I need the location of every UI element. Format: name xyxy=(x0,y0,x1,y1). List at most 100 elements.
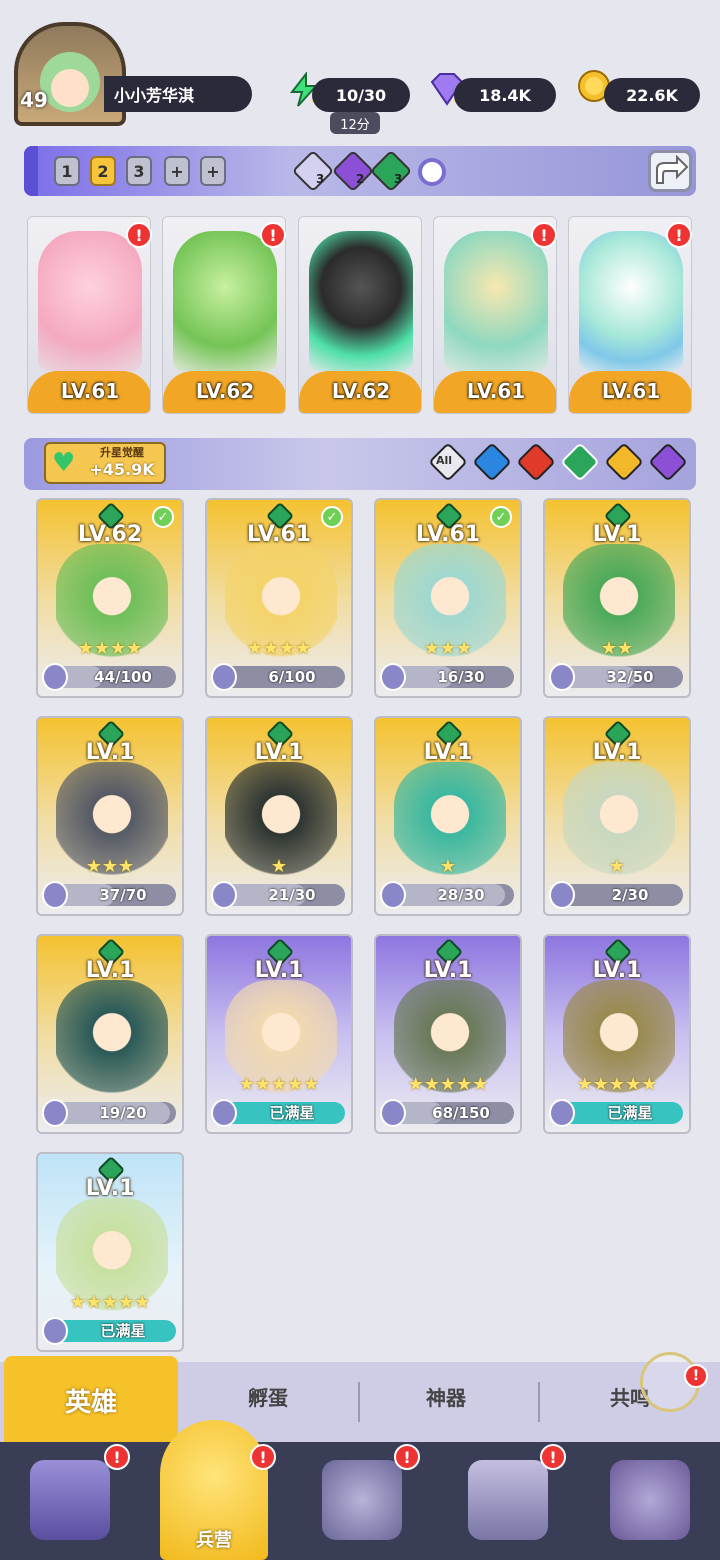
hero-portrait xyxy=(56,980,168,1096)
progress-text: 已满星 xyxy=(607,1104,653,1122)
team-tab-2[interactable]: 2 xyxy=(90,156,116,186)
progress-text: 16/30 xyxy=(437,668,485,686)
hero-card[interactable]: LV.1 ★★★★★ 已满星 xyxy=(205,934,353,1134)
check-icon: ✓ xyxy=(152,506,174,528)
alert-badge: ! xyxy=(540,1444,566,1470)
hero-card[interactable]: LV.1 ★ 2/30 xyxy=(543,716,691,916)
cards-icon[interactable] xyxy=(30,1460,110,1540)
alert-badge: ! xyxy=(104,1444,130,1470)
alert-badge: ! xyxy=(126,222,152,248)
shard-progress: 37/70 xyxy=(42,881,176,909)
shard-icon xyxy=(211,1099,237,1127)
hero-stars: ★★ xyxy=(600,638,634,659)
shard-icon xyxy=(42,881,68,909)
hero-card[interactable]: LV.61 ✓ ★★★★ 6/100 xyxy=(205,498,353,698)
progress-text: 28/30 xyxy=(437,886,485,904)
progress-text: 37/70 xyxy=(99,886,147,904)
progress-text: 21/30 xyxy=(268,886,316,904)
share-icon[interactable] xyxy=(648,150,692,192)
hero-level: LV.1 xyxy=(592,958,642,983)
hero-portrait xyxy=(173,231,277,371)
avatar-face xyxy=(40,52,100,112)
tab-heroes[interactable]: 英雄 xyxy=(4,1356,178,1444)
hero-stars: ★ xyxy=(608,856,626,877)
hero-level: LV.62 xyxy=(331,379,391,403)
awaken-value: +45.9K xyxy=(89,460,155,479)
shard-icon xyxy=(211,881,237,909)
heart-icon: ♥ xyxy=(52,448,76,478)
hero-stars: ★★★★★ xyxy=(69,1292,151,1313)
hero-card[interactable]: LV.1 ★★★ 37/70 xyxy=(36,716,184,916)
light-count: 3 xyxy=(316,172,325,186)
search-icon[interactable] xyxy=(418,158,446,186)
shard-progress: 19/20 xyxy=(42,1099,176,1127)
gem-value: 18.4K xyxy=(454,78,556,112)
hero-level: LV.1 xyxy=(423,740,473,765)
team-tab-add-2[interactable]: + xyxy=(200,156,226,186)
progress-text: 44/100 xyxy=(94,668,152,686)
shard-progress: 44/100 xyxy=(42,663,176,691)
hero-level: LV.1 xyxy=(85,740,135,765)
nav-barracks[interactable]: 兵营 xyxy=(160,1420,268,1560)
progress-text: 已满星 xyxy=(100,1322,146,1340)
team-hero-card[interactable]: ★★ LV.62 xyxy=(298,216,422,414)
shard-progress: 68/150 xyxy=(380,1099,514,1127)
progress-text: 6/100 xyxy=(268,668,316,686)
player-name: 小小芳华淇 xyxy=(104,76,252,112)
hero-card[interactable]: LV.1 ★★★★★ 68/150 xyxy=(374,934,522,1134)
hero-stars: ★★★★ xyxy=(77,638,143,659)
alert-badge: ! xyxy=(260,222,286,248)
progress-text: 68/150 xyxy=(432,1104,490,1122)
hero-level: LV.1 xyxy=(423,958,473,983)
hero-card[interactable]: LV.1 ★★★★★ 已满星 xyxy=(543,934,691,1134)
shard-progress: 21/30 xyxy=(211,881,345,909)
hero-level: LV.1 xyxy=(592,740,642,765)
hero-card[interactable]: LV.62 ✓ ★★★★ 44/100 xyxy=(36,498,184,698)
hero-card[interactable]: LV.1 ★★★★★ 已满星 xyxy=(36,1152,184,1352)
hero-level: LV.1 xyxy=(85,1176,135,1201)
hero-level: LV.61 xyxy=(601,379,661,403)
filter-all-label: All xyxy=(436,454,453,467)
hero-level: LV.1 xyxy=(592,522,642,547)
shard-icon xyxy=(211,663,237,691)
shard-icon xyxy=(380,881,406,909)
alert-badge: ! xyxy=(250,1444,276,1470)
hero-portrait xyxy=(444,231,548,371)
progress-text: 19/20 xyxy=(99,1104,147,1122)
hero-stars: ★★★★ xyxy=(246,638,312,659)
mushroom-icon[interactable] xyxy=(610,1460,690,1540)
coin-value: 22.6K xyxy=(604,78,700,112)
hero-stars: ★ xyxy=(439,856,457,877)
shard-icon xyxy=(549,1099,575,1127)
hero-card[interactable]: LV.1 19/20 xyxy=(36,934,184,1134)
hero-card[interactable]: LV.61 ✓ ★★★ 16/30 xyxy=(374,498,522,698)
shard-progress: 6/100 xyxy=(211,663,345,691)
player-level: 49 xyxy=(20,88,48,112)
tab-hatch[interactable]: 孵蛋 xyxy=(248,1382,288,1411)
shard-icon xyxy=(380,663,406,691)
shard-progress: 28/30 xyxy=(380,881,514,909)
hero-level: LV.61 xyxy=(60,379,120,403)
tab-divider xyxy=(538,1382,540,1422)
shard-icon xyxy=(42,1317,68,1345)
shrine-icon[interactable] xyxy=(468,1460,548,1540)
tab-artifact[interactable]: 神器 xyxy=(426,1382,466,1411)
team-tab-add-1[interactable]: + xyxy=(164,156,190,186)
hero-card[interactable]: LV.1 ★ 21/30 xyxy=(205,716,353,916)
hero-portrait xyxy=(579,231,683,371)
team-tab-1[interactable]: 1 xyxy=(54,156,80,186)
map-book-icon[interactable] xyxy=(322,1460,402,1540)
hero-card[interactable]: LV.1 ★ 28/30 xyxy=(374,716,522,916)
alert-badge: ! xyxy=(394,1444,420,1470)
hero-level: LV.1 xyxy=(254,958,304,983)
progress-text: 已满星 xyxy=(269,1104,315,1122)
hero-card[interactable]: LV.1 ★★ 32/50 xyxy=(543,498,691,698)
shard-progress: 已满星 xyxy=(42,1317,176,1345)
shard-icon xyxy=(549,881,575,909)
alert-badge: ! xyxy=(684,1364,708,1388)
check-icon: ✓ xyxy=(490,506,512,528)
hero-level: LV.1 xyxy=(85,958,135,983)
team-tab-3[interactable]: 3 xyxy=(126,156,152,186)
hero-stars: ★★★★★ xyxy=(407,1074,489,1095)
shard-icon xyxy=(42,1099,68,1127)
